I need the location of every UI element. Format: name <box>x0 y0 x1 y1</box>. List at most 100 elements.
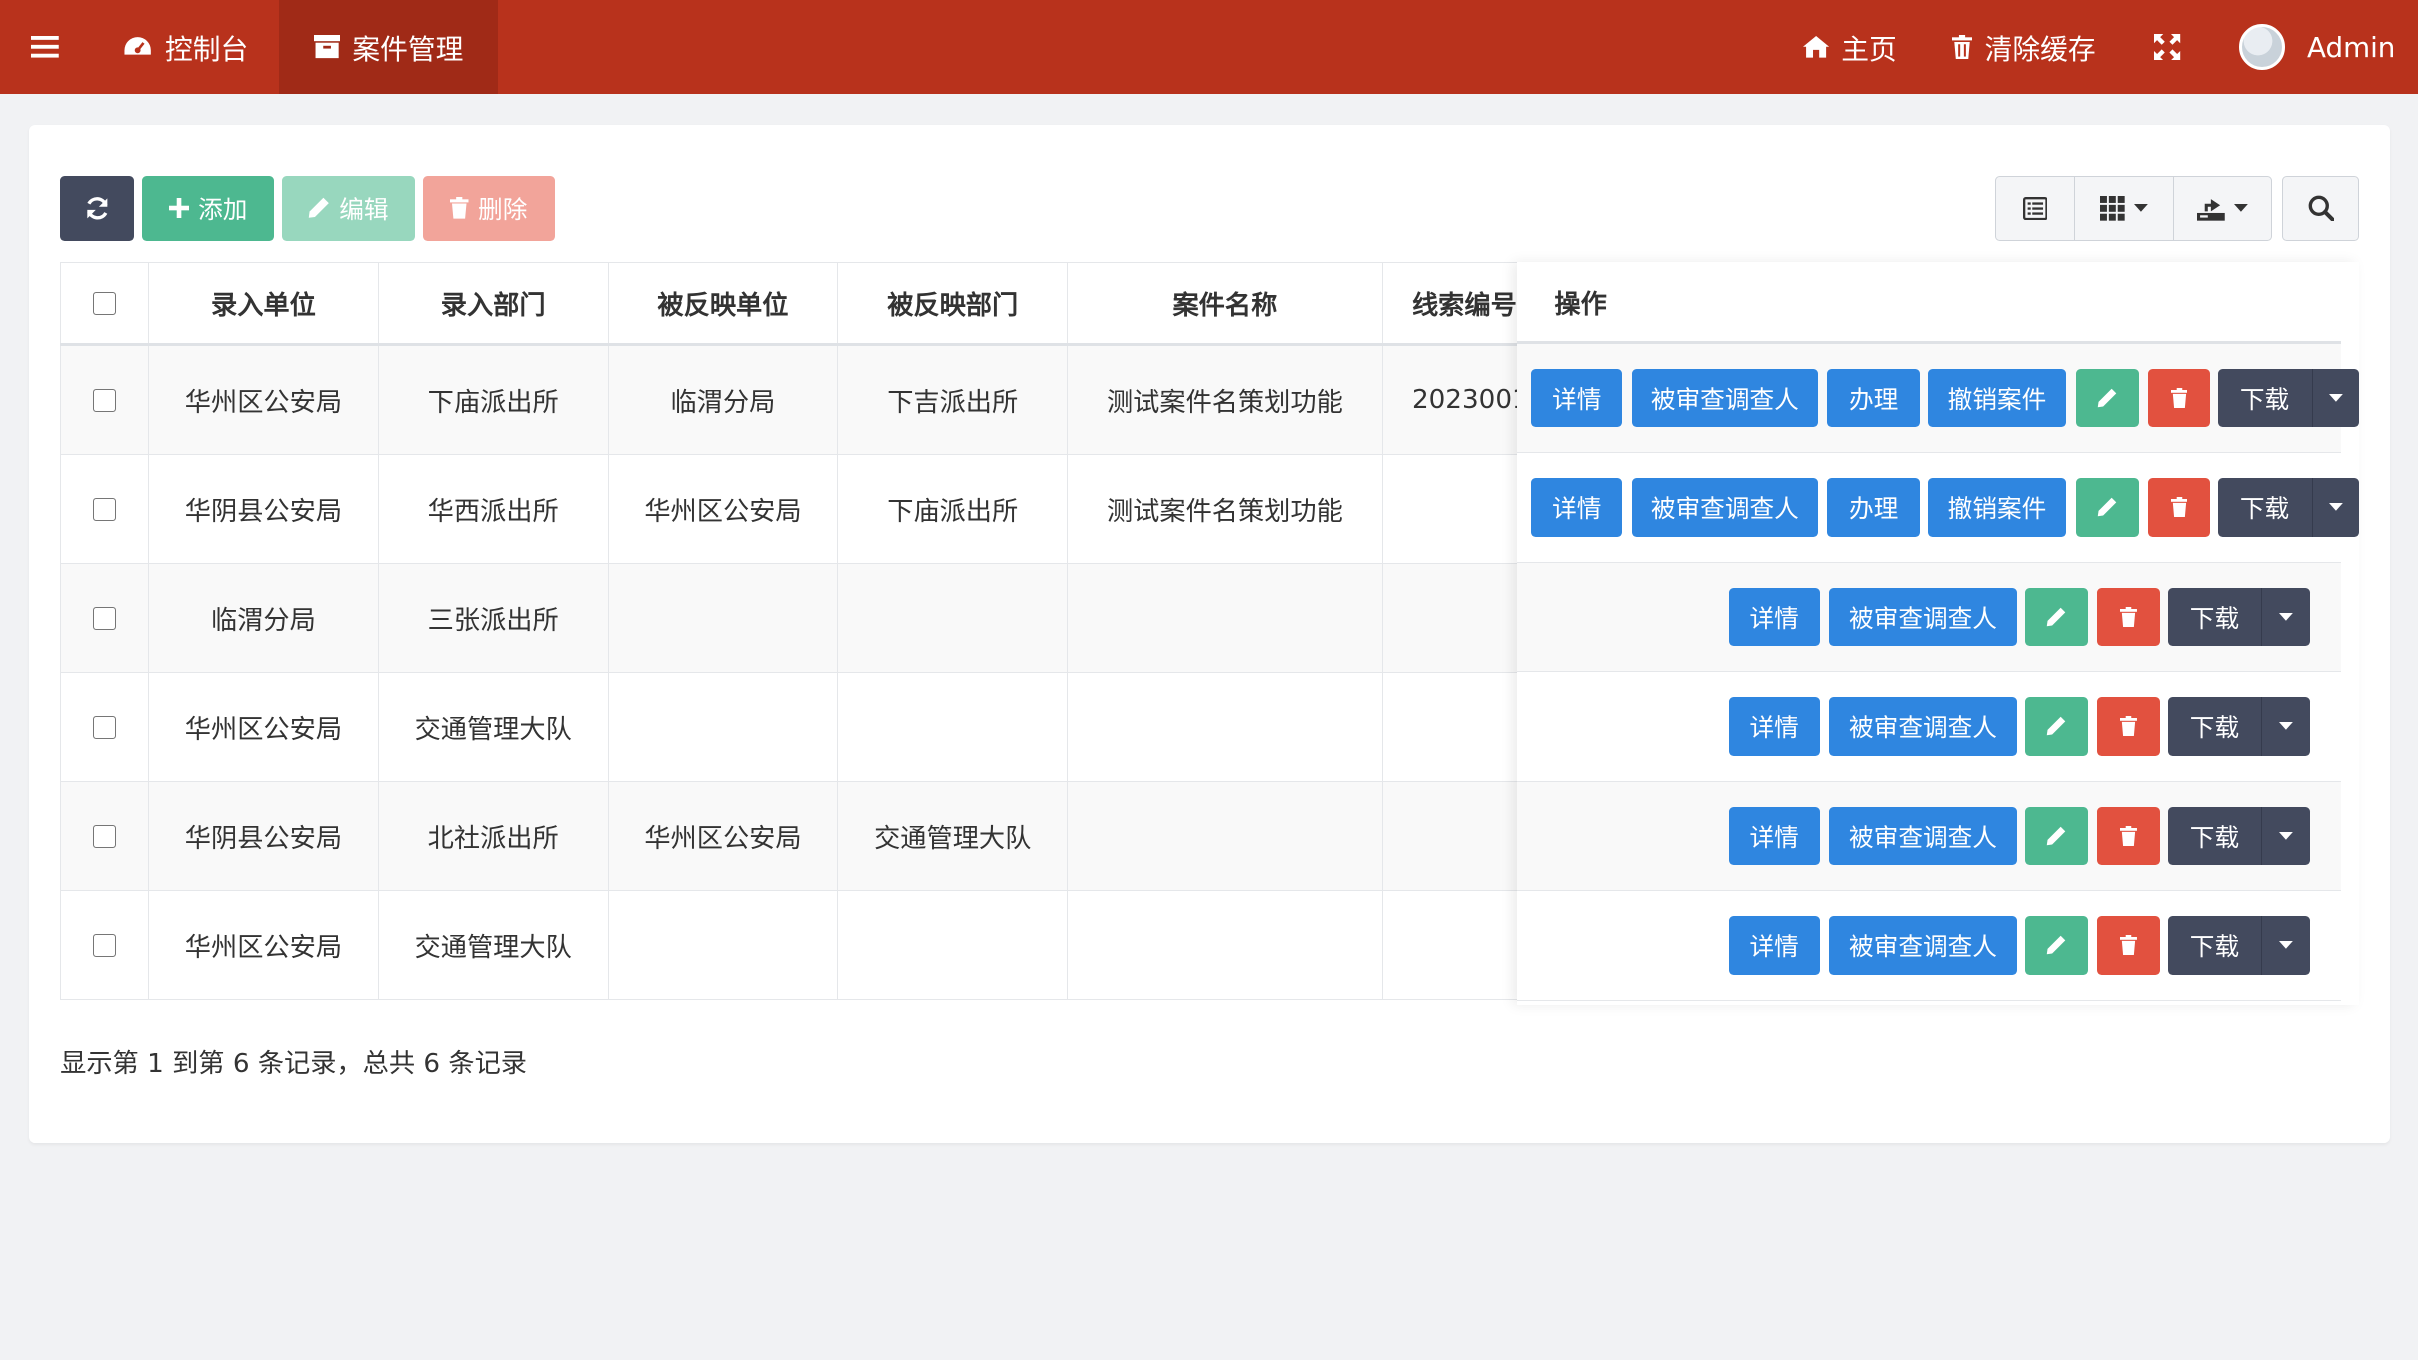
add-button[interactable]: 添加 <box>141 175 275 241</box>
cell-target-dept <box>837 672 1069 783</box>
revoke-case-button[interactable]: 撤销案件 <box>1927 478 2067 537</box>
pencil-icon <box>2047 826 2066 846</box>
row-edit-button[interactable] <box>2075 478 2139 537</box>
column-header[interactable]: 被反映部门 <box>837 262 1069 347</box>
investigated-person-button[interactable]: 被审查调查人 <box>1828 587 2018 647</box>
caret-down-icon <box>2278 612 2293 621</box>
action-row: 详情 被审查调查人 下载 <box>1517 562 2341 673</box>
row-checkbox[interactable] <box>93 607 117 631</box>
download-button[interactable]: 下载 <box>2168 916 2261 975</box>
fullscreen-button[interactable] <box>2154 0 2181 94</box>
row-edit-button[interactable] <box>2024 587 2088 647</box>
investigated-person-button[interactable]: 被审查调查人 <box>1828 697 2018 756</box>
user-menu[interactable]: Admin <box>2239 0 2395 94</box>
caret-down-icon <box>2278 941 2293 950</box>
search-toggle-button[interactable] <box>2282 175 2360 241</box>
download-dropdown-toggle[interactable] <box>2260 916 2311 975</box>
trash-icon <box>2170 387 2188 408</box>
pagination-summary: 显示第 1 到第 6 条记录，总共 6 条记录 <box>60 1049 527 1080</box>
refresh-icon <box>87 196 108 220</box>
menu-toggle-button[interactable] <box>30 0 62 94</box>
home-link[interactable]: 主页 <box>1802 0 1897 94</box>
cell-unit: 华州区公安局 <box>148 672 379 783</box>
row-edit-button[interactable] <box>2024 916 2088 975</box>
row-delete-button[interactable] <box>2148 368 2210 428</box>
cell-target-dept <box>837 563 1069 674</box>
row-delete-button[interactable] <box>2097 916 2161 975</box>
row-delete-button[interactable] <box>2097 697 2161 756</box>
select-all-cell <box>60 262 150 347</box>
action-column-header: 操作 <box>1517 262 2341 344</box>
cell-dept: 三张派出所 <box>377 563 609 674</box>
row-checkbox[interactable] <box>93 825 117 849</box>
refresh-button[interactable] <box>60 175 135 241</box>
investigated-person-button[interactable]: 被审查调查人 <box>1631 478 1819 537</box>
cell-target-dept <box>837 890 1069 1000</box>
column-header[interactable]: 被反映单位 <box>607 262 839 347</box>
row-delete-button[interactable] <box>2097 806 2161 866</box>
download-button[interactable]: 下载 <box>2168 806 2261 866</box>
clear-cache-link[interactable]: 清除缓存 <box>1952 0 2096 94</box>
fixed-action-column: 操作 详情 被审查调查人 办理 撤销案件 下载 详情 被审查调查人 办理 撤销案… <box>1517 262 2360 1006</box>
column-header[interactable]: 录入部门 <box>377 262 609 347</box>
detail-button[interactable]: 详情 <box>1728 916 1820 975</box>
cell-target-dept: 下庙派出所 <box>837 454 1069 565</box>
download-button[interactable]: 下载 <box>2168 697 2261 756</box>
trash-icon <box>2120 716 2138 737</box>
delete-button[interactable]: 删除 <box>422 175 556 241</box>
home-link-label: 主页 <box>1841 33 1897 67</box>
trash-icon <box>1952 34 1973 60</box>
download-dropdown-toggle[interactable] <box>2311 478 2360 537</box>
column-header[interactable]: 案件名称 <box>1067 262 1383 347</box>
trash-icon <box>2120 935 2138 956</box>
cell-target-unit: 临渭分局 <box>607 344 839 456</box>
nav-tab-case-management-label: 案件管理 <box>352 33 464 67</box>
cell-target-dept: 下吉派出所 <box>837 344 1069 456</box>
columns-dropdown-button[interactable] <box>2075 176 2175 240</box>
revoke-case-button[interactable]: 撤销案件 <box>1927 368 2067 428</box>
pencil-icon <box>2047 936 2066 955</box>
user-name: Admin <box>2306 30 2396 64</box>
detail-button[interactable]: 详情 <box>1531 478 1623 537</box>
row-checkbox[interactable] <box>93 389 117 413</box>
download-button[interactable]: 下载 <box>2217 478 2312 537</box>
download-button[interactable]: 下载 <box>2217 368 2312 428</box>
cell-target-unit <box>607 563 839 674</box>
plus-icon <box>168 198 189 219</box>
download-button[interactable]: 下载 <box>2168 587 2261 647</box>
download-dropdown-toggle[interactable] <box>2260 697 2311 756</box>
investigated-person-button[interactable]: 被审查调查人 <box>1828 916 2018 975</box>
cell-unit: 华阴县公安局 <box>148 781 379 892</box>
export-dropdown-button[interactable] <box>2174 177 2270 240</box>
detail-button[interactable]: 详情 <box>1728 587 1820 647</box>
row-checkbox[interactable] <box>93 933 117 958</box>
pencil-icon <box>2098 388 2117 408</box>
investigated-person-button[interactable]: 被审查调查人 <box>1631 368 1819 428</box>
select-all-checkbox[interactable] <box>93 292 117 316</box>
handle-button[interactable]: 办理 <box>1827 478 1920 537</box>
download-dropdown-toggle[interactable] <box>2260 587 2311 647</box>
home-icon <box>1802 36 1829 58</box>
row-edit-button[interactable] <box>2024 697 2088 756</box>
detail-button[interactable]: 详情 <box>1531 368 1623 428</box>
cell-target-unit <box>607 890 839 1000</box>
toggle-view-button[interactable] <box>1996 176 2075 240</box>
nav-tab-case-management[interactable]: 案件管理 <box>279 0 499 95</box>
nav-tab-dashboard[interactable]: 控制台 <box>93 0 280 94</box>
row-delete-button[interactable] <box>2148 478 2210 537</box>
row-checkbox[interactable] <box>93 498 117 522</box>
row-edit-button[interactable] <box>2075 368 2139 428</box>
row-edit-button[interactable] <box>2024 806 2088 866</box>
edit-button[interactable]: 编辑 <box>282 175 415 241</box>
column-header[interactable]: 录入单位 <box>148 262 379 347</box>
download-dropdown-toggle[interactable] <box>2311 368 2360 428</box>
row-checkbox[interactable] <box>93 716 117 740</box>
handle-button[interactable]: 办理 <box>1827 368 1920 428</box>
download-dropdown-toggle[interactable] <box>2260 806 2311 866</box>
investigated-person-button[interactable]: 被审查调查人 <box>1828 806 2018 866</box>
cell-unit: 临渭分局 <box>148 563 379 674</box>
row-delete-button[interactable] <box>2097 587 2161 647</box>
detail-button[interactable]: 详情 <box>1728 806 1820 866</box>
detail-button[interactable]: 详情 <box>1728 697 1820 756</box>
action-row: 详情 被审查调查人 办理 撤销案件 下载 <box>1517 453 2360 563</box>
